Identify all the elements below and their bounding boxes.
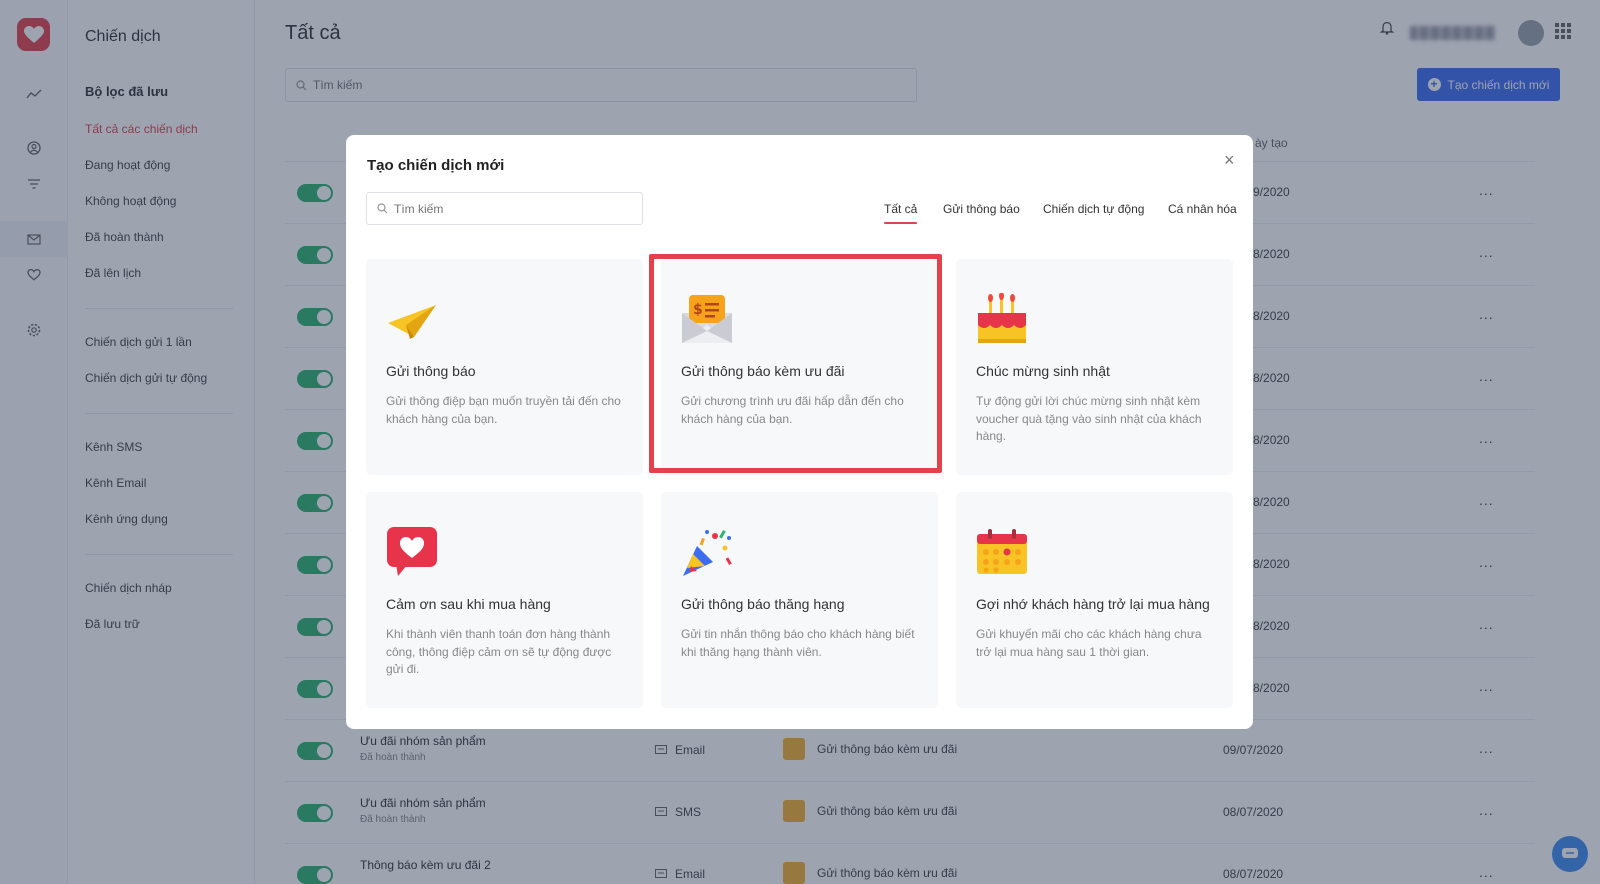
- card-win-back[interactable]: Gợi nhớ khách hàng trở lại mua hàng Gửi …: [956, 492, 1233, 708]
- modal-search-input[interactable]: [394, 201, 634, 216]
- envelope-offer-icon: $: [682, 295, 732, 343]
- search-icon: [377, 203, 388, 214]
- modal-search-field[interactable]: [366, 192, 643, 225]
- card-title: Chúc mừng sinh nhật: [976, 363, 1110, 379]
- card-title: Cảm ơn sau khi mua hàng: [386, 596, 551, 612]
- card-tier-upgrade[interactable]: Gửi thông báo thăng hạng Gửi tin nhắn th…: [661, 492, 938, 708]
- card-birthday[interactable]: Chúc mừng sinh nhật Tự động gửi lời chúc…: [956, 259, 1233, 475]
- close-icon[interactable]: ×: [1224, 150, 1235, 171]
- tab-notification[interactable]: Gửi thông báo: [943, 202, 1020, 216]
- card-title: Gửi thông báo: [386, 363, 476, 379]
- card-description: Gửi thông điệp bạn muốn truyền tải đến c…: [386, 394, 621, 426]
- card-send-notification[interactable]: Gửi thông báo Gửi thông điệp bạn muốn tr…: [366, 259, 643, 475]
- party-popper-icon: [683, 530, 732, 576]
- card-description: Gửi tin nhắn thông báo cho khách hàng bi…: [681, 627, 915, 659]
- svg-text:$: $: [693, 302, 703, 318]
- tab-all[interactable]: Tất cả: [884, 202, 918, 224]
- card-description: Khi thành viên thanh toán đơn hàng thành…: [386, 627, 612, 676]
- card-send-offer[interactable]: $ Gửi thông báo kèm ưu đãi Gửi chương tr…: [661, 259, 938, 475]
- modal-title: Tạo chiến dịch mới: [367, 157, 505, 174]
- card-title: Gửi thông báo kèm ưu đãi: [681, 363, 845, 379]
- card-description: Gửi chương trình ưu đãi hấp dẫn đến cho …: [681, 394, 904, 426]
- card-description: Tự động gửi lời chúc mừng sinh nhật kèm …: [976, 394, 1202, 443]
- card-thank-you[interactable]: Cảm ơn sau khi mua hàng Khi thành viên t…: [366, 492, 643, 708]
- calendar-icon: [977, 529, 1027, 574]
- birthday-cake-icon: [978, 293, 1026, 343]
- card-title: Gửi thông báo thăng hạng: [681, 596, 845, 612]
- tab-automated[interactable]: Chiến dịch tự động: [1043, 202, 1144, 216]
- heart-bubble-icon: [387, 527, 437, 576]
- card-title: Gợi nhớ khách hàng trở lại mua hàng: [976, 596, 1210, 612]
- create-campaign-modal: Tạo chiến dịch mới × Tất cả Gửi thông bá…: [346, 135, 1253, 729]
- card-description: Gửi khuyến mãi cho các khách hàng chưa t…: [976, 627, 1202, 659]
- tab-personalize[interactable]: Cá nhân hóa: [1168, 202, 1237, 216]
- paper-plane-icon: [388, 305, 436, 339]
